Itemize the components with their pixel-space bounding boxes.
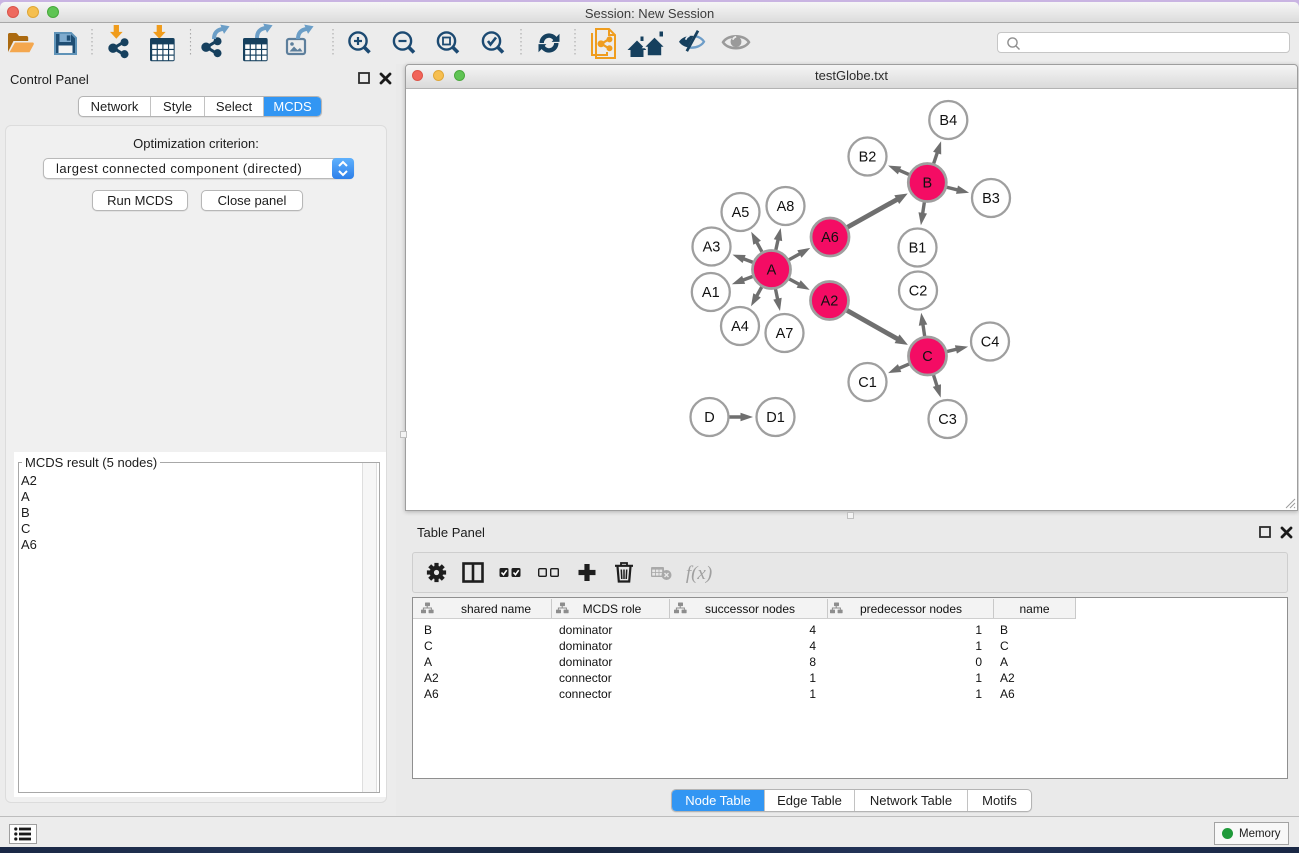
svg-text:B2: B2 [859,150,877,166]
svg-text:B1: B1 [909,241,927,257]
svg-text:A8: A8 [777,199,795,215]
svg-text:A5: A5 [732,205,750,221]
svg-text:A6: A6 [821,230,839,246]
svg-text:C4: C4 [981,335,1000,351]
svg-text:B3: B3 [982,191,1000,207]
svg-text:A1: A1 [702,285,720,301]
svg-text:B: B [922,176,932,192]
svg-text:C2: C2 [909,284,928,300]
svg-text:B4: B4 [939,113,957,129]
svg-text:C: C [922,349,932,365]
svg-text:C3: C3 [938,412,957,428]
svg-text:A: A [767,263,777,279]
svg-text:A2: A2 [821,294,839,310]
svg-text:A3: A3 [703,240,721,256]
svg-text:f(x): f(x) [686,563,712,584]
svg-text:D: D [704,410,714,426]
svg-text:A4: A4 [731,319,749,335]
svg-text:D1: D1 [766,410,785,426]
svg-text:A7: A7 [776,326,794,342]
svg-text:C1: C1 [858,375,877,391]
